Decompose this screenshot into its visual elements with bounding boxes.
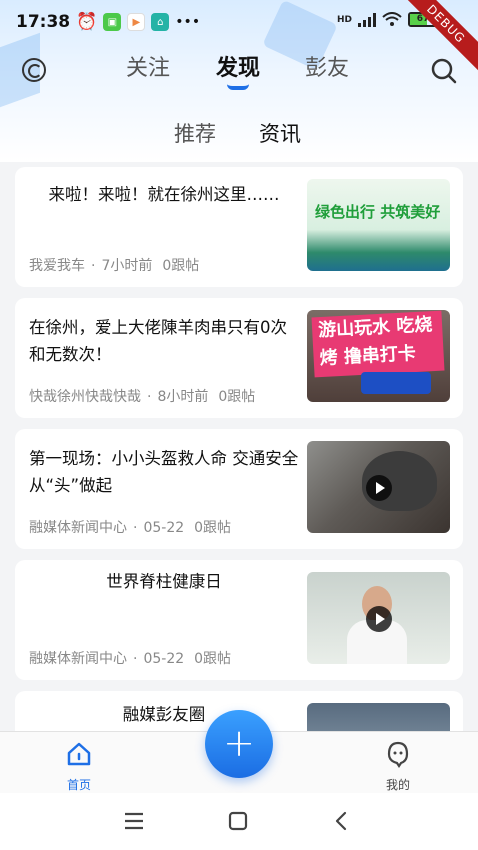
active-tab-indicator — [227, 84, 249, 90]
app-notification-icon: ▣ — [103, 13, 122, 31]
subtab-news[interactable]: 资讯 — [259, 118, 301, 148]
news-card[interactable]: 来啦！来啦！就在徐州这里…… 我爱我车 · 7小时前 0跟帖 绿色出行 共筑美好 — [15, 167, 463, 287]
search-icon[interactable] — [431, 58, 457, 84]
subtab-recommend[interactable]: 推荐 — [174, 118, 216, 148]
alarm-icon: ⏰ — [76, 12, 98, 32]
news-time: 05-22 — [143, 651, 185, 667]
wifi-icon — [382, 12, 402, 26]
news-replies: 0跟帖 — [162, 258, 200, 274]
news-source: 快哉徐州快哉快哉 — [29, 389, 141, 405]
home-app-icon: ⌂ — [151, 13, 170, 31]
news-time: 05-22 — [143, 520, 185, 536]
thumbnail-caption: 绿色出行 共筑美好 — [315, 203, 441, 221]
hd-label: HD — [336, 14, 352, 25]
news-source: 融媒体新闻中心 — [29, 520, 127, 536]
home-icon — [67, 742, 91, 766]
video-thumbnail — [307, 572, 450, 664]
nav-profile-label: 我的 — [385, 778, 410, 792]
news-meta: 融媒体新闻中心 · 05-22 0跟帖 — [29, 520, 232, 536]
thumbnail-caption: 游山玩水 吃烧烤 撸串打卡 — [311, 310, 445, 378]
news-card[interactable]: 在徐州，爱上大佬陳羊肉串只有0次和无数次！ 快哉徐州快哉快哉 · 8小时前 0跟帖 游… — [15, 298, 463, 418]
play-icon[interactable] — [366, 475, 392, 501]
status-time: 17:38 — [16, 12, 71, 32]
news-time: 7小时前 — [101, 258, 153, 274]
nav-profile[interactable]: 我的 — [368, 740, 428, 793]
play-icon[interactable] — [366, 606, 392, 632]
news-time: 8小时前 — [157, 389, 209, 405]
news-card[interactable]: 第一现场：小小头盔救人命 交通安全从“头”做起 融媒体新闻中心 · 05-22 0跟帖 — [15, 429, 463, 549]
tab-discover[interactable]: 发现 — [216, 50, 260, 82]
news-title: 在徐州，爱上大佬陳羊肉串只有0次和无数次！ — [29, 318, 287, 364]
news-meta: 快哉徐州快哉快哉 · 8小时前 0跟帖 — [29, 389, 256, 405]
news-card[interactable]: 世界脊柱健康日 融媒体新闻中心 · 05-22 0跟帖 — [15, 560, 463, 680]
home-square-icon[interactable] — [226, 809, 250, 833]
news-source: 融媒体新闻中心 — [29, 651, 127, 667]
signal-icon — [358, 12, 376, 27]
news-replies: 0跟帖 — [194, 651, 232, 667]
news-source: 我爱我车 — [29, 258, 85, 274]
tab-friends[interactable]: 彭友 — [305, 50, 349, 82]
news-meta: 我爱我车 · 7小时前 0跟帖 — [29, 258, 200, 274]
system-nav-bar — [0, 793, 478, 850]
news-title: 来啦！来啦！就在徐州这里…… — [48, 185, 280, 204]
news-replies: 0跟帖 — [194, 520, 232, 536]
news-title: 世界脊柱健康日 — [106, 572, 222, 591]
menu-icon[interactable] — [122, 809, 146, 833]
top-nav: 关注 发现 彭友 — [0, 46, 478, 96]
news-thumbnail: 绿色出行 共筑美好 — [307, 179, 450, 271]
news-replies: 0跟帖 — [218, 389, 256, 405]
refresh-logo-icon[interactable] — [22, 58, 46, 82]
tab-follow[interactable]: 关注 — [126, 50, 170, 82]
add-post-button[interactable]: + — [205, 710, 273, 778]
thumbnail-logo — [361, 372, 431, 394]
news-meta: 融媒体新闻中心 · 05-22 0跟帖 — [29, 651, 232, 667]
news-title: 第一现场：小小头盔救人命 交通安全从“头”做起 — [29, 449, 299, 495]
play-store-icon: ▶ — [127, 13, 146, 31]
profile-icon — [387, 741, 409, 768]
sub-tabs: 推荐 资讯 — [0, 112, 478, 152]
news-thumbnail: 游山玩水 吃烧烤 撸串打卡 — [307, 310, 450, 402]
video-thumbnail — [307, 441, 450, 533]
more-notifications-icon: ••• — [175, 14, 201, 30]
back-icon[interactable] — [330, 809, 354, 833]
nav-home[interactable]: 首页 — [49, 740, 109, 793]
nav-home-label: 首页 — [66, 778, 91, 792]
